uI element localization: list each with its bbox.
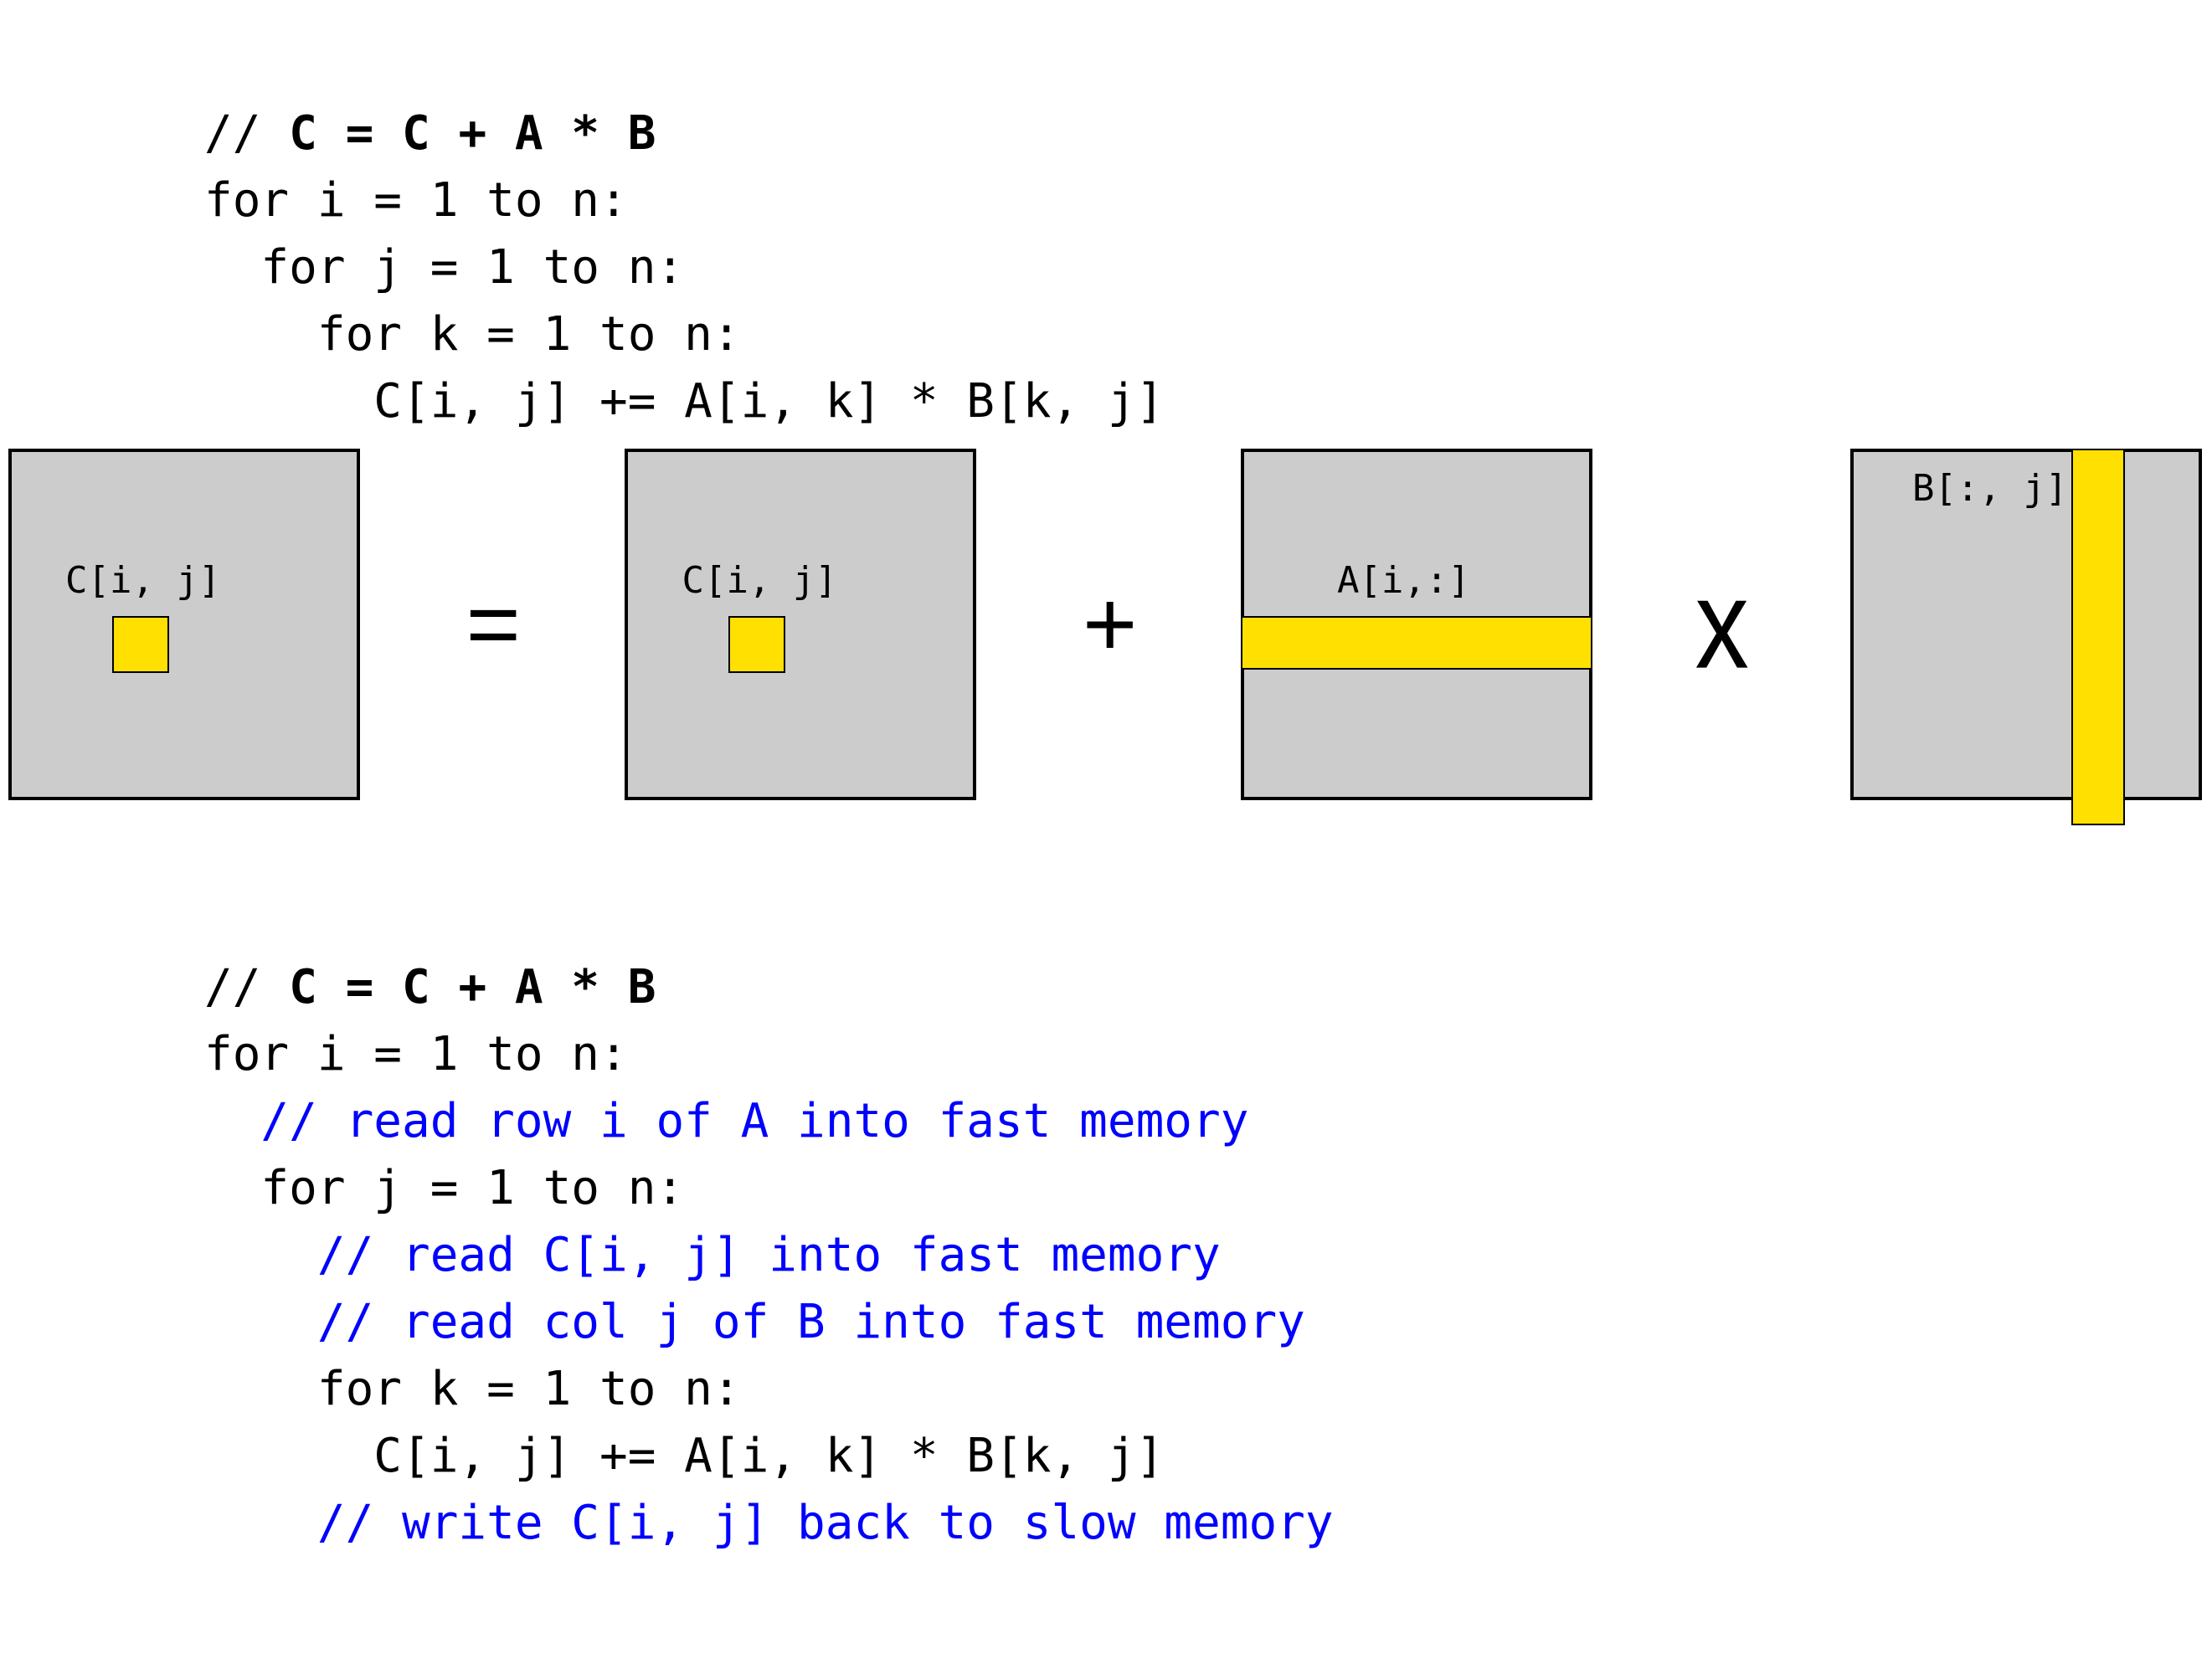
code-line: C[i, j] += A[i, k] * B[k, j]: [204, 1428, 1164, 1483]
code-line: C[i, j] += A[i, k] * B[k, j]: [204, 373, 1164, 429]
equals-sign: =: [360, 569, 625, 678]
memory-comment: // read row i of A into fast memory: [204, 1093, 1248, 1148]
equation: C = C + A * B: [289, 959, 656, 1014]
highlight-c-element: [728, 615, 785, 672]
equation: C = C + A * B: [289, 105, 656, 161]
comment-line: //: [204, 959, 289, 1014]
code-line: for i = 1 to n:: [204, 172, 628, 228]
memory-comment: // read C[i, j] into fast memory: [204, 1227, 1221, 1282]
code-line: for k = 1 to n:: [204, 306, 741, 362]
pseudocode-memory: // C = C + A * B for i = 1 to n: // read…: [204, 887, 1334, 1557]
matrix-c-input: C[i, j]: [625, 448, 976, 799]
memory-comment: // read col j of B into fast memory: [204, 1294, 1305, 1349]
matrix-c-label: C[i, j]: [682, 560, 836, 602]
matrix-b: B[:, j]: [1850, 448, 2202, 799]
memory-comment: // write C[i, j] back to slow memory: [204, 1495, 1334, 1550]
times-sign: x: [1574, 550, 1870, 697]
matrix-diagram: C[i, j] = C[i, j] + A[i,:] x B[:, j]: [8, 435, 2202, 812]
matrix-c-label: C[i, j]: [65, 560, 220, 602]
highlight-b-col: [2071, 448, 2125, 824]
code-line: for j = 1 to n:: [204, 1160, 684, 1215]
code-line: for k = 1 to n:: [204, 1361, 741, 1416]
highlight-c-element: [112, 615, 169, 672]
plus-sign: +: [976, 569, 1241, 678]
code-line: for j = 1 to n:: [204, 239, 684, 295]
matrix-c-result: C[i, j]: [8, 448, 360, 799]
matrix-a: A[i,:]: [1242, 448, 1593, 799]
pseudocode-naive: // C = C + A * B for i = 1 to n: for j =…: [204, 33, 1164, 435]
matrix-a-label: A[i,:]: [1337, 560, 1470, 602]
comment-line: //: [204, 105, 289, 161]
highlight-a-row: [1242, 615, 1593, 669]
matrix-b-label: B[:, j]: [1912, 468, 2067, 510]
code-line: for i = 1 to n:: [204, 1026, 628, 1081]
